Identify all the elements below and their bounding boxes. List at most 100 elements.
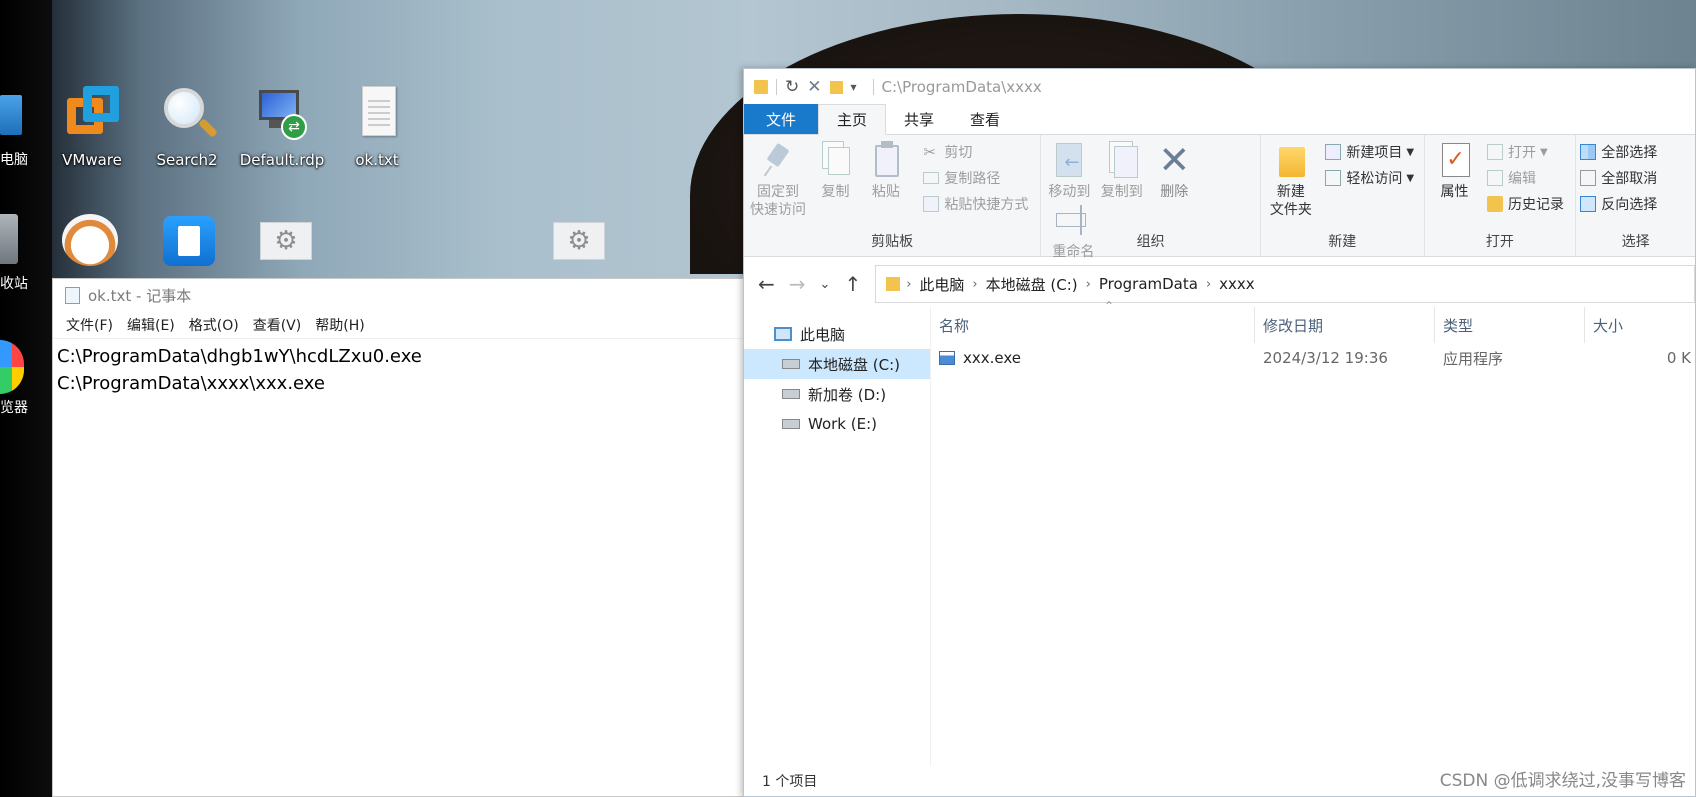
select-none-button[interactable]: 全部取消	[1580, 165, 1691, 191]
invert-selection-button[interactable]: 反向选择	[1580, 191, 1691, 217]
select-all-icon	[1580, 144, 1597, 160]
move-to-icon: ←	[1052, 141, 1086, 179]
nav-item-volume-d[interactable]: 新加卷 (D:)	[744, 379, 930, 409]
copy-path-button[interactable]: 复制路径	[923, 165, 1028, 191]
text-line: C:\ProgramData\dhgb1wY\hcdLZxu0.exe	[57, 346, 422, 367]
edit-icon	[1487, 170, 1503, 186]
document-app-icon[interactable]	[163, 216, 215, 266]
pc-icon-partial[interactable]	[0, 95, 22, 135]
tab-share[interactable]: 共享	[886, 104, 952, 134]
copy-button[interactable]: 复制	[812, 141, 858, 201]
new-folder-icon	[1274, 141, 1308, 179]
new-item-button[interactable]: 新建项目 ▼	[1325, 139, 1414, 165]
folder-icon	[886, 277, 901, 291]
paste-shortcut-button[interactable]: 粘贴快捷方式	[923, 191, 1028, 217]
window-title-path: C:\ProgramData\xxxx	[881, 78, 1042, 96]
group-label-organize: 组织	[1136, 234, 1165, 250]
nav-item-local-disk-c[interactable]: 本地磁盘 (C:)	[744, 349, 930, 379]
file-type: 应用程序	[1443, 349, 1504, 368]
paste-button[interactable]: 粘贴	[863, 141, 909, 201]
new-folder-icon[interactable]	[829, 80, 843, 94]
tab-view[interactable]: 查看	[952, 104, 1018, 134]
nav-item-work-e[interactable]: Work (E:)	[744, 409, 930, 439]
menu-help[interactable]: 帮助(H)	[308, 315, 371, 335]
notepad-menubar: 文件(F) 编辑(E) 格式(O) 查看(V) 帮助(H)	[53, 311, 743, 339]
properties-button[interactable]: ✓ 属性	[1429, 141, 1481, 201]
breadcrumb-programdata[interactable]: ProgramData	[1099, 275, 1198, 293]
select-all-label: 全部选择	[1601, 145, 1658, 161]
cut-button[interactable]: ✂ 剪切	[923, 139, 1028, 165]
column-header-size[interactable]: 大小	[1585, 307, 1695, 343]
up-arrow-icon[interactable]: ↑	[844, 272, 861, 296]
menu-format[interactable]: 格式(O)	[182, 315, 246, 335]
back-arrow-icon[interactable]: ←	[758, 272, 775, 296]
edit-button[interactable]: 编辑	[1487, 165, 1564, 191]
file-row[interactable]: xxx.exe 2024/3/12 19:36 应用程序 0 K	[931, 343, 1695, 373]
search2-label: Search2	[156, 151, 218, 169]
breadcrumb-xxxx[interactable]: xxxx	[1219, 275, 1255, 293]
txt-file-icon[interactable]: ok.txt	[331, 84, 423, 169]
address-bar[interactable]: › 此电脑 › 本地磁盘 (C:) › ProgramData › xxxx	[875, 265, 1695, 303]
column-header-type[interactable]: 类型	[1435, 307, 1585, 343]
menu-edit[interactable]: 编辑(E)	[120, 315, 182, 335]
dropdown-arrow-icon: ▼	[1540, 146, 1548, 158]
new-item-icon	[1325, 144, 1342, 160]
easy-access-button[interactable]: 轻松访问 ▼	[1325, 165, 1414, 191]
group-label-select: 选择	[1621, 234, 1650, 250]
pin-quick-access-button[interactable]: 固定到 快速访问	[748, 141, 808, 219]
column-header-date[interactable]: 修改日期	[1255, 307, 1435, 343]
menu-view[interactable]: 查看(V)	[246, 315, 309, 335]
easy-access-icon	[1325, 170, 1342, 186]
redo-icon[interactable]: ↻	[785, 77, 799, 97]
desktop-label-partial: 收站	[0, 276, 28, 292]
settings-gear-icon[interactable]: ⚙	[260, 222, 312, 260]
new-folder-button[interactable]: 新建 文件夹	[1265, 141, 1317, 219]
recent-dropdown-icon[interactable]: ⌄	[820, 277, 831, 292]
nav-item-this-pc[interactable]: 此电脑	[744, 319, 930, 349]
explorer-titlebar[interactable]: ↻ ✕ ▾ C:\ProgramData\xxxx	[744, 69, 1695, 105]
exe-file-icon	[939, 351, 955, 365]
settings-gear-icon[interactable]: ⚙	[553, 222, 605, 260]
vmware-label: VMware	[62, 151, 122, 169]
ribbon-tabs: 文件 主页 共享 查看	[744, 104, 1695, 135]
notepad-titlebar[interactable]: ok.txt - 记事本	[53, 279, 743, 311]
remote-desktop-icon: ⇄	[251, 84, 313, 146]
forward-arrow-icon[interactable]: →	[789, 272, 806, 296]
cut-label: 剪切	[944, 145, 973, 161]
vmware-icon[interactable]: VMware	[46, 84, 138, 169]
easy-access-label: 轻松访问	[1346, 171, 1403, 187]
copy-to-button[interactable]: 复制到	[1098, 141, 1146, 201]
separator	[872, 79, 874, 95]
delete-button[interactable]: ✕ 删除	[1150, 141, 1198, 201]
notepad-text-area[interactable]: C:\ProgramData\dhgb1wY\hcdLZxu0.exe C:\Pr…	[53, 339, 743, 401]
history-button[interactable]: 历史记录	[1487, 191, 1564, 217]
notepad-window[interactable]: ok.txt - 记事本 文件(F) 编辑(E) 格式(O) 查看(V) 帮助(…	[52, 278, 744, 797]
txt-file-label: ok.txt	[355, 151, 399, 169]
dropdown-arrow-icon[interactable]: ▾	[851, 80, 857, 94]
cat-app-icon[interactable]	[62, 214, 118, 266]
menu-file[interactable]: 文件(F)	[59, 315, 120, 335]
group-organize: ← 移动到 复制到 ✕ 删除 重命名 组织	[1041, 135, 1261, 260]
move-to-button[interactable]: ← 移动到	[1045, 141, 1093, 201]
move-to-label: 移动到	[1048, 184, 1091, 200]
rdp-icon[interactable]: ⇄ Default.rdp	[236, 84, 328, 169]
new-folder-label: 新建	[1276, 184, 1305, 200]
navigation-pane: 此电脑 本地磁盘 (C:) 新加卷 (D:) Work (E:)	[744, 307, 931, 766]
tab-file[interactable]: 文件	[744, 104, 819, 134]
select-small-buttons: 全部选择 全部取消 反向选择	[1580, 139, 1691, 217]
breadcrumb-local-disk[interactable]: 本地磁盘 (C:)	[986, 274, 1078, 295]
column-headers: 名称 修改日期 类型 大小	[931, 307, 1695, 343]
search2-icon[interactable]: Search2	[141, 84, 233, 169]
edit-label: 编辑	[1508, 171, 1536, 187]
file-explorer-window[interactable]: ↻ ✕ ▾ C:\ProgramData\xxxx 文件 主页 共享 查看 固定…	[743, 68, 1696, 797]
text-line: C:\ProgramData\xxxx\xxx.exe	[57, 373, 325, 394]
breadcrumb-this-pc[interactable]: 此电脑	[919, 274, 964, 295]
text-document-icon	[346, 84, 408, 146]
select-all-button[interactable]: 全部选择	[1580, 139, 1691, 165]
open-button[interactable]: 打开 ▼	[1487, 139, 1564, 165]
recycle-bin-icon-partial[interactable]	[0, 214, 18, 264]
column-header-name[interactable]: 名称	[931, 307, 1255, 343]
close-x-icon[interactable]: ✕	[807, 77, 821, 97]
select-none-label: 全部取消	[1601, 171, 1658, 187]
tab-home[interactable]: 主页	[818, 104, 887, 135]
